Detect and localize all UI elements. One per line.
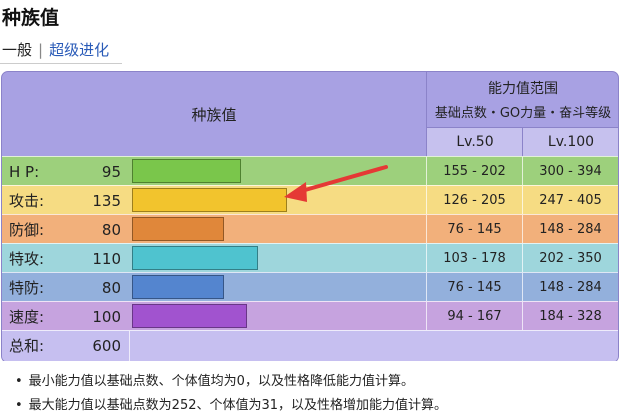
note-min: • 最小能力值以基础点数、个体值均为0，以及性格降低能力值计算。 xyxy=(15,370,414,389)
stat-value: 100 xyxy=(92,307,121,326)
lv50-range: 126 - 205 xyxy=(426,186,522,215)
stat-bar-cell xyxy=(130,215,426,244)
stat-label: H P: xyxy=(9,162,40,181)
tab-separator: | xyxy=(38,40,44,59)
stat-bar xyxy=(132,246,258,270)
lv100-range: 148 - 284 xyxy=(522,215,618,244)
stat-label: 速度: xyxy=(9,308,45,326)
stat-range-header: 能力值范围 基础点数・GO力量・奋斗等级 xyxy=(426,72,618,128)
tab-underline xyxy=(0,63,122,64)
stat-name-cell: 特攻: 110 xyxy=(2,244,129,273)
stat-row: 特攻: 110 103 - 178 202 - 350 xyxy=(2,243,618,273)
stat-label: 防御: xyxy=(9,221,45,239)
tab-normal[interactable]: 一般 xyxy=(2,39,32,60)
stat-value: 110 xyxy=(92,249,121,268)
total-row: 总和: 600 xyxy=(2,330,618,362)
lv100-header: Lv.100 xyxy=(522,128,618,156)
stat-bar-cell xyxy=(130,244,426,273)
base-stats-table: 种族值 能力值范围 基础点数・GO力量・奋斗等级 Lv.50 Lv.100 H … xyxy=(1,71,619,363)
bullet-icon: • xyxy=(15,374,23,389)
lv100-range: 300 - 394 xyxy=(522,157,618,186)
lv50-range: 103 - 178 xyxy=(426,244,522,273)
red-arrow-annotation xyxy=(284,165,388,202)
total-label: 总和: xyxy=(9,337,45,355)
note-max: • 最大能力值以基础点数为252、个体值为31，以及性格增加能力值计算。 xyxy=(15,394,447,413)
base-stats-header: 种族值 xyxy=(191,105,237,124)
total-name-cell: 总和: 600 xyxy=(2,331,129,360)
stat-label: 攻击: xyxy=(9,192,45,210)
stat-bar xyxy=(132,217,224,241)
tab-bar: 一般 | 超级进化 xyxy=(2,39,109,60)
note-min-text: 最小能力值以基础点数、个体值均为0，以及性格降低能力值计算。 xyxy=(28,374,414,389)
lv100-range: 184 - 328 xyxy=(522,302,618,331)
stat-name-cell: 防御: 80 xyxy=(2,215,129,244)
lv50-header: Lv.50 xyxy=(426,128,523,156)
stat-name-cell: 攻击: 135 xyxy=(2,186,129,215)
stat-name-cell: 速度: 100 xyxy=(2,302,129,331)
total-value: 600 xyxy=(92,336,121,355)
stat-bar xyxy=(132,159,241,183)
stat-row: 防御: 80 76 - 145 148 - 284 xyxy=(2,214,618,244)
bullet-icon: • xyxy=(15,398,23,413)
total-divider xyxy=(129,331,130,362)
stat-value: 95 xyxy=(101,162,121,181)
stat-row: 特防: 80 76 - 145 148 - 284 xyxy=(2,272,618,302)
notes-section: • 最小能力值以基础点数、个体值均为0，以及性格降低能力值计算。 • 最大能力值以基… xyxy=(0,361,619,413)
stat-bar xyxy=(132,304,247,328)
stat-range-title: 能力值范围 xyxy=(488,81,558,97)
stat-name-cell: 特防: 80 xyxy=(2,273,129,302)
stat-bar xyxy=(132,275,224,299)
tab-mega-evolution[interactable]: 超级进化 xyxy=(49,39,109,60)
lv100-range: 202 - 350 xyxy=(522,244,618,273)
lv100-range: 148 - 284 xyxy=(522,273,618,302)
lv50-range: 155 - 202 xyxy=(426,157,522,186)
stat-value: 135 xyxy=(92,191,121,210)
stat-label: 特防: xyxy=(9,279,45,297)
lv50-range: 94 - 167 xyxy=(426,302,522,331)
lv50-range: 76 - 145 xyxy=(426,273,522,302)
stat-bar-cell xyxy=(130,302,426,331)
lv100-range: 247 - 405 xyxy=(522,186,618,215)
stat-value: 80 xyxy=(101,278,121,297)
stat-row: 速度: 100 94 - 167 184 - 328 xyxy=(2,301,618,331)
stat-bar xyxy=(132,188,287,212)
stat-bar-cell xyxy=(130,273,426,302)
stat-value: 80 xyxy=(101,220,121,239)
stat-range-subtitle: 基础点数・GO力量・奋斗等级 xyxy=(434,106,612,121)
stat-name-cell: H P: 95 xyxy=(2,157,129,186)
note-max-text: 最大能力值以基础点数为252、个体值为31，以及性格增加能力值计算。 xyxy=(28,398,448,413)
page-title: 种族值 xyxy=(2,7,60,29)
lv50-range: 76 - 145 xyxy=(426,215,522,244)
stat-label: 特攻: xyxy=(9,250,45,268)
